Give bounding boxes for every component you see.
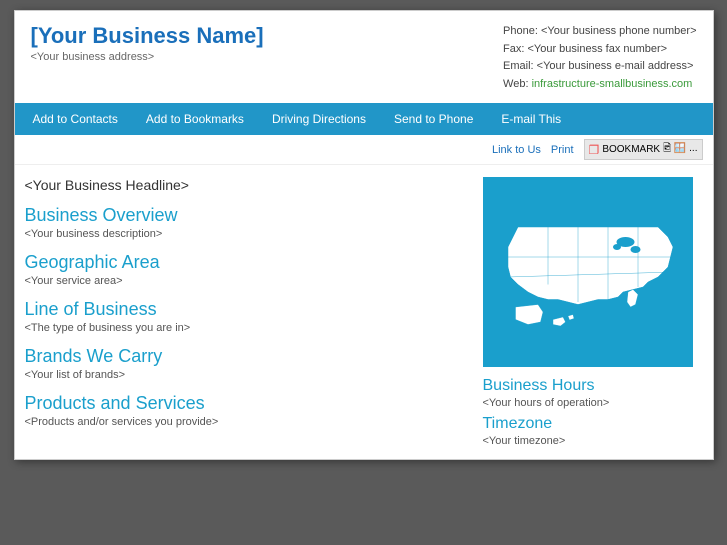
- section-desc-1: <Your service area>: [25, 275, 471, 287]
- bookmark-icon: ❐: [589, 143, 600, 157]
- navbar: Add to Contacts Add to Bookmarks Driving…: [15, 103, 713, 135]
- page-wrapper: [Your Business Name] <Your business addr…: [14, 10, 714, 460]
- main-content: <Your Business Headline> Business Overvi…: [15, 165, 713, 459]
- right-column: Business Hours <Your hours of operation>…: [483, 177, 703, 447]
- section-desc-3: <Your list of brands>: [25, 369, 471, 381]
- nav-add-bookmarks[interactable]: Add to Bookmarks: [132, 103, 258, 135]
- link-to-us-link[interactable]: Link to Us: [492, 144, 541, 156]
- bookmark-extras: 🖻 🪟 ...: [663, 141, 697, 158]
- nav-add-contacts[interactable]: Add to Contacts: [19, 103, 132, 135]
- header: [Your Business Name] <Your business addr…: [15, 11, 713, 103]
- bookmark-button[interactable]: ❐ BOOKMARK 🖻 🪟 ...: [584, 139, 703, 160]
- business-name: [Your Business Name]: [31, 23, 264, 49]
- header-left: [Your Business Name] <Your business addr…: [31, 23, 264, 63]
- right-section-title-1: Timezone: [483, 415, 703, 433]
- bookmark-label: BOOKMARK: [602, 144, 660, 155]
- section-title-0: Business Overview: [25, 205, 471, 226]
- section-desc-4: <Products and/or services you provide>: [25, 416, 471, 428]
- email-info: Email: <Your business e-mail address>: [503, 58, 696, 76]
- web-label: Web:: [503, 78, 532, 90]
- nav-driving-directions[interactable]: Driving Directions: [258, 103, 380, 135]
- web-link[interactable]: infrastructure-smallbusiness.com: [532, 78, 693, 90]
- nav-email-this[interactable]: E-mail This: [487, 103, 575, 135]
- section-desc-0: <Your business description>: [25, 228, 471, 240]
- section-title-1: Geographic Area: [25, 252, 471, 273]
- section-title-4: Products and Services: [25, 393, 471, 414]
- business-address: <Your business address>: [31, 51, 264, 63]
- fax-info: Fax: <Your business fax number>: [503, 41, 696, 59]
- section-title-3: Brands We Carry: [25, 346, 471, 367]
- section-desc-2: <The type of business you are in>: [25, 322, 471, 334]
- header-right: Phone: <Your business phone number> Fax:…: [503, 23, 696, 93]
- right-section-title-0: Business Hours: [483, 377, 703, 395]
- business-headline: <Your Business Headline>: [25, 177, 471, 193]
- print-link[interactable]: Print: [551, 144, 574, 156]
- map-container: [483, 177, 693, 367]
- web-info: Web: infrastructure-smallbusiness.com: [503, 76, 696, 94]
- nav-send-to-phone[interactable]: Send to Phone: [380, 103, 487, 135]
- section-title-2: Line of Business: [25, 299, 471, 320]
- left-column: <Your Business Headline> Business Overvi…: [25, 177, 471, 447]
- util-bar: Link to Us Print ❐ BOOKMARK 🖻 🪟 ...: [15, 135, 713, 165]
- right-section-desc-0: <Your hours of operation>: [483, 397, 703, 409]
- phone-info: Phone: <Your business phone number>: [503, 23, 696, 41]
- right-section-desc-1: <Your timezone>: [483, 435, 703, 447]
- us-map: [488, 192, 688, 352]
